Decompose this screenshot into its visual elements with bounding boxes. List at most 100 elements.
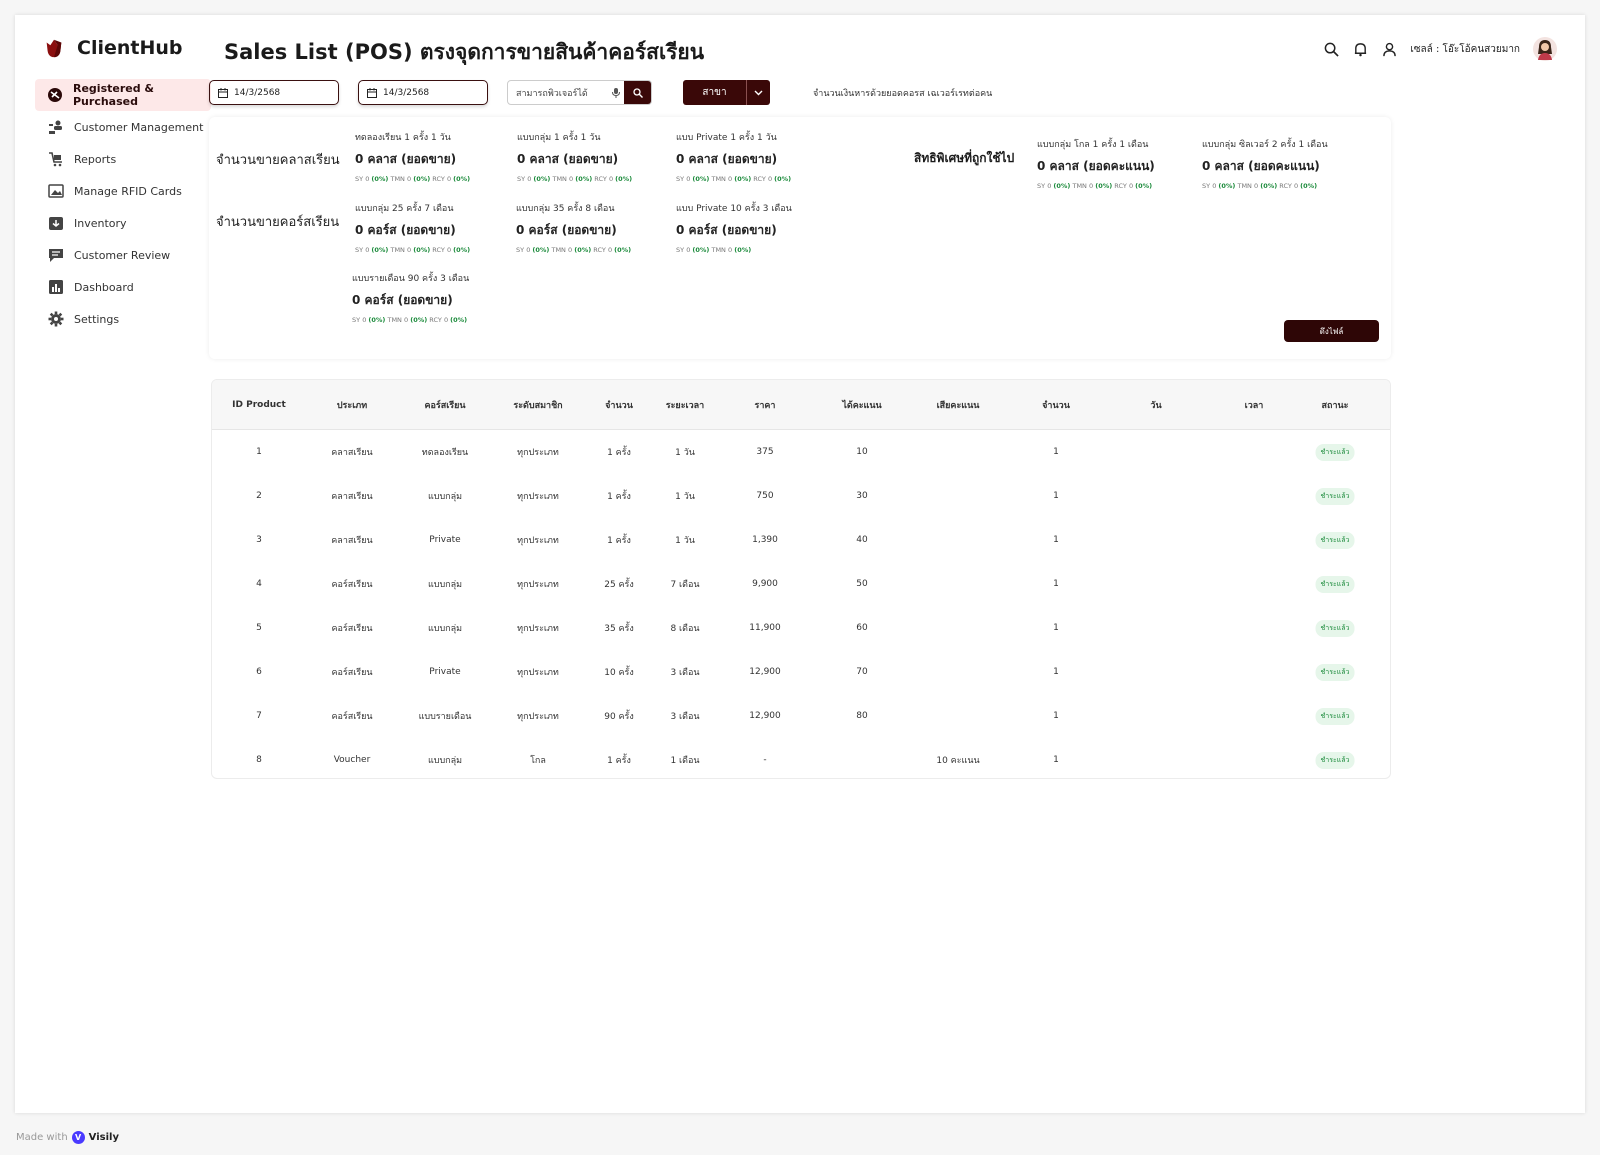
brand-name: Visily — [88, 1132, 119, 1143]
table-cell: Private — [429, 667, 461, 677]
status-cell: ชำระแล้ว — [1315, 474, 1355, 518]
made-with-label: Made with — [16, 1132, 68, 1143]
table-cell: ทุกประเภท — [517, 448, 559, 458]
sidebar-item-inventory[interactable]: Inventory — [35, 207, 211, 239]
column-header[interactable]: ราคา — [755, 380, 776, 430]
table-cell: ทุกประเภท — [517, 668, 559, 678]
column-header[interactable]: ได้คะแนน — [842, 380, 881, 430]
table-cell: 12,900 — [749, 667, 781, 677]
table-cell: แบบรายเดือน — [418, 712, 472, 722]
table-cell: ทุกประเภท — [517, 580, 559, 590]
table-cell: 35 ครั้ง — [604, 624, 634, 634]
chevron-down-icon[interactable] — [746, 80, 770, 105]
column-header[interactable]: ระดับสมาชิก — [513, 380, 562, 430]
search-button[interactable] — [624, 81, 651, 104]
table-cell: 90 ครั้ง — [604, 712, 634, 722]
column-header[interactable]: เสียคะแนน — [937, 380, 980, 430]
column-header[interactable]: เวลา — [1245, 380, 1264, 430]
table-cell: 3 เดือน — [670, 668, 700, 678]
microphone-icon[interactable] — [608, 87, 624, 98]
column-header[interactable]: สถานะ — [1322, 380, 1349, 430]
table-cell: Private — [429, 535, 461, 545]
date-to-input[interactable]: 14/3/2568 — [358, 80, 488, 105]
table-cell: ทดลองเรียน — [421, 448, 469, 458]
table-row[interactable]: 4 คอร์สเรียน แบบกลุ่ม ทุกประเภท 25 ครั้ง 7 เด… — [212, 562, 1390, 606]
column-header[interactable]: ระยะเวลา — [666, 380, 704, 430]
bell-icon[interactable] — [1352, 41, 1368, 57]
table-cell: 1 — [1053, 711, 1059, 721]
gear-icon — [47, 311, 64, 328]
app-window: ClientHub Registered & Purchased Custome… — [15, 15, 1585, 1113]
class-stat: ทดลองเรียน 1 ครั้ง 1 วัน 0 คลาส (ยอดขาย)… — [355, 130, 470, 183]
table-cell: 1 ครั้ง — [607, 492, 631, 502]
user-icon[interactable] — [1381, 41, 1397, 57]
table-cell: 1 — [1053, 491, 1059, 501]
stat-caption: แบบกลุ่ม โกล 1 ครั้ง 1 เดือน — [1037, 140, 1149, 150]
table-cell: 1 — [1053, 447, 1059, 457]
table-cell: 1 — [1053, 579, 1059, 589]
sidebar-item-dashboard[interactable]: Dashboard — [35, 271, 211, 303]
table-cell: 30 — [856, 491, 868, 501]
stat-breakdown: SY 0 (0%) TMN 0 (0%) RCY 0 (0%) — [1037, 182, 1153, 190]
users-icon — [47, 119, 64, 136]
table-cell: - — [763, 755, 767, 765]
search-icon[interactable] — [1323, 41, 1339, 57]
column-header[interactable]: ประเภท — [337, 380, 367, 430]
column-header[interactable]: ID Product — [232, 380, 286, 430]
table-cell: คอร์สเรียน — [331, 580, 373, 590]
table-row[interactable]: 1 คลาสเรียน ทดลองเรียน ทุกประเภท 1 ครั้ง 1 วั… — [212, 430, 1390, 474]
stat-value: 0 คอร์ส (ยอดขาย) — [676, 223, 777, 237]
calculation-note: จำนวนเงินหารด้วยยอดคอรส เฉเวอร์เรทต่อคน — [813, 89, 993, 99]
sidebar-item-manage-rfid[interactable]: Manage RFID Cards — [35, 175, 211, 207]
table-cell: คลาสเรียน — [331, 536, 373, 546]
sidebar-item-customer-management[interactable]: Customer Management — [35, 111, 211, 143]
table-cell: 80 — [856, 711, 868, 721]
sidebar-item-label: Inventory — [74, 216, 127, 230]
table-cell: 1 — [1053, 623, 1059, 633]
brand[interactable]: ClientHub — [43, 37, 183, 59]
column-header[interactable]: จำนวน — [1042, 380, 1070, 430]
branch-dropdown[interactable]: สาขา — [683, 80, 770, 105]
column-header[interactable]: คอร์สเรียน — [424, 380, 465, 430]
image-icon — [47, 183, 64, 200]
privilege-stat: แบบกลุ่ม ซิลเวอร์ 2 ครั้ง 1 เดือน 0 คลาส… — [1202, 137, 1328, 190]
pull-file-button[interactable]: ดึงไฟล์ — [1284, 320, 1379, 342]
table-cell: คลาสเรียน — [331, 448, 373, 458]
stat-value: 0 คลาส (ยอดคะแนน) — [1202, 159, 1320, 173]
stat-breakdown: SY 0 (0%) TMN 0 (0%) RCY 0 (0%) — [352, 316, 468, 324]
table-cell: 8 — [256, 755, 262, 765]
table-row[interactable]: 8 Voucher แบบกลุ่ม โกล 1 ครั้ง 1 เดือน - 10 คะแ… — [212, 738, 1390, 778]
branch-label: สาขา — [702, 87, 727, 98]
column-header[interactable]: จำนวน — [605, 380, 633, 430]
search-placeholder: สามารถพิวเจอร์ได้ — [516, 88, 588, 99]
course-stat: แบบกลุ่ม 35 ครั้ง 8 เดือน 0 คอร์ส (ยอดขา… — [516, 201, 631, 254]
table-row[interactable]: 2 คลาสเรียน แบบกลุ่ม ทุกประเภท 1 ครั้ง 1 วัน 7… — [212, 474, 1390, 518]
stat-breakdown: SY 0 (0%) TMN 0 (0%) RCY 0 (0%) — [517, 175, 633, 183]
table-row[interactable]: 3 คลาสเรียน Private ทุกประเภท 1 ครั้ง 1 วัน 1,… — [212, 518, 1390, 562]
avatar[interactable] — [1533, 37, 1557, 61]
sidebar-item-customer-review[interactable]: Customer Review — [35, 239, 211, 271]
date-from-input[interactable]: 14/3/2568 — [209, 80, 339, 105]
stat-breakdown: SY 0 (0%) TMN 0 (0%) — [676, 246, 752, 254]
sidebar-item-label: Customer Review — [74, 248, 171, 262]
table-cell: 1 ครั้ง — [607, 536, 631, 546]
table-row[interactable]: 6 คอร์สเรียน Private ทุกประเภท 10 ครั้ง 3 เดื… — [212, 650, 1390, 694]
class-stat: แบบ Private 1 ครั้ง 1 วัน 0 คลาส (ยอดขาย… — [676, 130, 791, 183]
sidebar-nav: Registered & Purchased Customer Manageme… — [35, 79, 211, 335]
column-header[interactable]: วัน — [1150, 380, 1161, 430]
reports-icon — [47, 151, 64, 168]
sidebar-item-reports[interactable]: Reports — [35, 143, 211, 175]
table-cell: แบบกลุ่ม — [427, 580, 463, 590]
sidebar-item-settings[interactable]: Settings — [35, 303, 211, 335]
privilege-label: สิทธิพิเศษที่ถูกใช้ไป — [914, 151, 1015, 165]
table-row[interactable]: 7 คอร์สเรียน แบบรายเดือน ทุกประเภท 90 ครั้ง 3… — [212, 694, 1390, 738]
sidebar-item-registered[interactable]: Registered & Purchased — [35, 79, 211, 111]
review-icon — [47, 247, 64, 264]
table-row[interactable]: 5 คอร์สเรียน แบบกลุ่ม ทุกประเภท 35 ครั้ง 8 เด… — [212, 606, 1390, 650]
table-cell: 2 — [256, 491, 262, 501]
made-with-footer[interactable]: Made with V Visily — [16, 1131, 119, 1144]
search-input[interactable]: สามารถพิวเจอร์ได้ — [507, 80, 652, 105]
sidebar-item-label: Registered & Purchased — [73, 82, 155, 108]
table-cell: 50 — [856, 579, 868, 589]
status-cell: ชำระแล้ว — [1315, 518, 1355, 562]
